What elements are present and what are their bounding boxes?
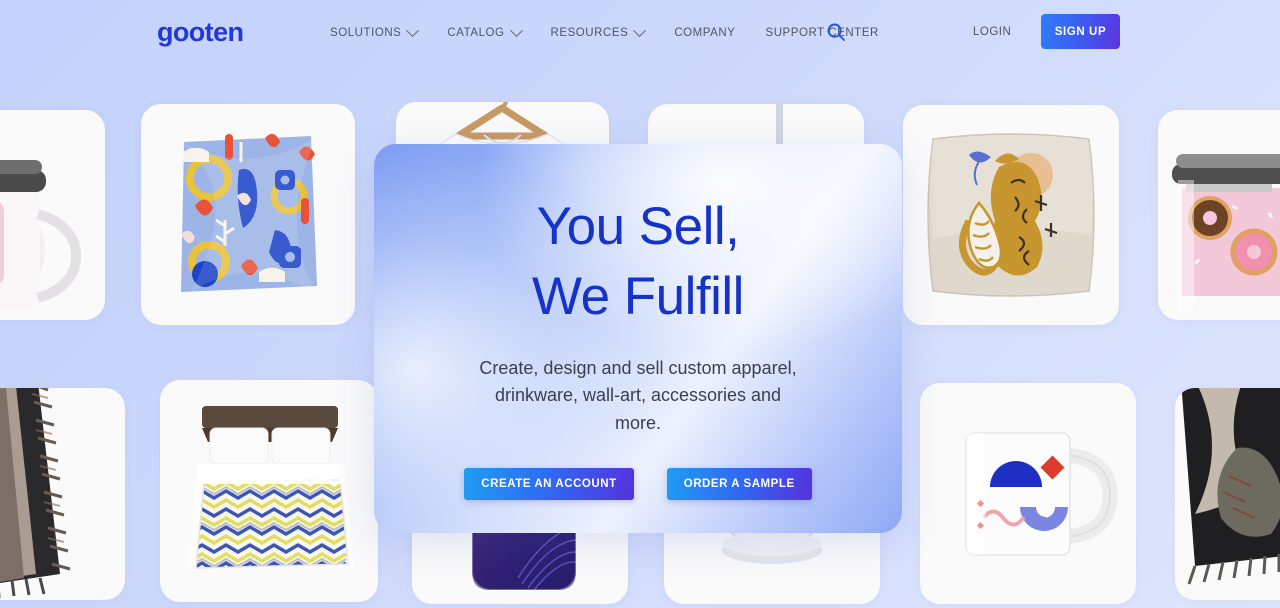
- geometric-mug-icon: [965, 432, 1118, 556]
- donut-tumbler-icon: [1172, 154, 1280, 314]
- tiger-pillow-icon: [927, 133, 1095, 297]
- hero-card: You Sell, We Fulfill Create, design and …: [374, 144, 902, 533]
- chevron-down-icon: [406, 23, 420, 37]
- main-navigation: SOLUTIONS CATALOG RESOURCES COMPANY SUPP…: [330, 23, 909, 42]
- patterned-fabric-icon: [179, 133, 317, 296]
- login-link[interactable]: LOGIN: [973, 26, 1011, 38]
- insulated-mug-icon: [0, 160, 82, 308]
- tile-black-blanket: [1175, 388, 1280, 600]
- site-header: gooten SOLUTIONS CATALOG RESOURCES COMPA…: [0, 0, 1280, 64]
- tile-fringe-blanket: [0, 388, 125, 600]
- nav-item-support-center[interactable]: SUPPORT CENTER: [765, 24, 878, 42]
- nav-label-catalog: CATALOG: [447, 27, 505, 39]
- nav-item-catalog[interactable]: CATALOG: [447, 23, 523, 42]
- chevron-bedding-icon: [188, 406, 354, 569]
- chevron-down-icon: [509, 23, 523, 37]
- tile-tiger-pillow: [903, 105, 1119, 325]
- sign-up-button[interactable]: SIGN UP: [1041, 14, 1120, 49]
- black-blanket-icon: [1181, 388, 1280, 585]
- fringe-blanket-icon: [0, 388, 71, 598]
- chevron-down-icon: [633, 23, 647, 37]
- nav-label-solutions: SOLUTIONS: [330, 27, 402, 39]
- nav-label-support-center: SUPPORT CENTER: [765, 27, 879, 39]
- nav-label-company: COMPANY: [674, 27, 736, 39]
- tile-patterned-fabric: [141, 104, 355, 325]
- tile-chevron-bedding: [160, 380, 378, 602]
- hero-subtitle: Create, design and sell custom apparel, …: [479, 357, 797, 433]
- tile-insulated-mug: [0, 110, 105, 320]
- page-title: You Sell, We Fulfill: [532, 192, 744, 332]
- nav-label-resources: RESOURCES: [550, 27, 629, 39]
- gooten-logo[interactable]: gooten: [157, 17, 244, 48]
- nav-item-company[interactable]: COMPANY: [674, 24, 735, 42]
- search-icon[interactable]: [826, 22, 846, 42]
- hero-action-buttons: CREATE AN ACCOUNT ORDER A SAMPLE: [464, 467, 812, 500]
- tile-donut-tumbler: [1158, 110, 1280, 320]
- tile-geometric-mug: [920, 383, 1136, 604]
- hero-title-line-1: You Sell,: [536, 197, 740, 256]
- nav-item-resources[interactable]: RESOURCES: [550, 23, 647, 42]
- nav-item-solutions[interactable]: SOLUTIONS: [330, 23, 420, 42]
- create-an-account-button[interactable]: CREATE AN ACCOUNT: [464, 467, 634, 500]
- hero-title-line-2: We Fulfill: [532, 266, 744, 326]
- order-a-sample-button[interactable]: ORDER A SAMPLE: [666, 467, 812, 500]
